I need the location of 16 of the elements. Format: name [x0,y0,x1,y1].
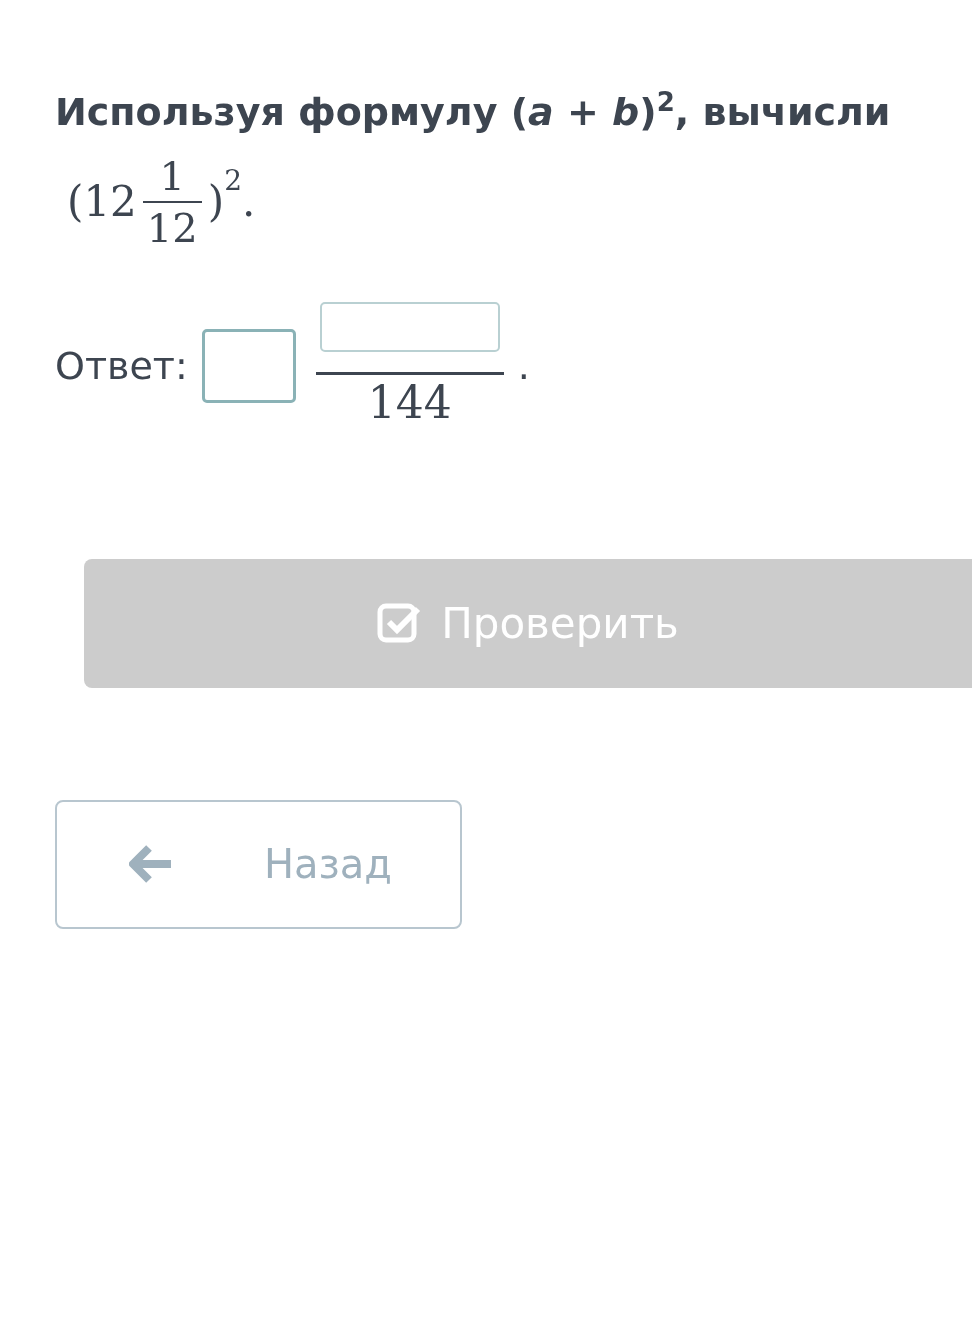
fraction-numerator: 1 [158,151,186,201]
math-symbol: . [517,344,530,389]
checkbox-icon [377,603,422,644]
math-number: 12 [83,177,137,227]
input-field[interactable] [319,301,500,352]
answer-label: Ответ: [55,344,188,389]
back-button[interactable]: Назад [55,799,462,929]
math-symbol: ) [207,177,225,227]
fraction-denominator: 12 [142,200,202,253]
fraction-denominator: 144 [315,371,504,431]
question-text: Используя формулу (a + b)$^{2}$, вычисли [55,86,892,136]
math-symbol: ( [67,177,84,227]
math-exponent: 2 [224,163,242,197]
math-symbol: . [241,177,256,227]
arrow-left-icon [129,845,173,884]
input-field[interactable] [201,329,296,404]
